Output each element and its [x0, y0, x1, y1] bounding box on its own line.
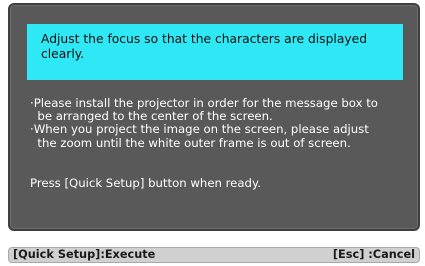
setup-message-dialog: Adjust the focus so that the characters …	[8, 3, 420, 231]
ready-prompt: Press [Quick Setup] button when ready.	[30, 176, 261, 190]
focus-message-line-2: clearly.	[41, 47, 85, 61]
bottom-command-bar: [Quick Setup]:Execute [Esc] :Cancel	[8, 247, 420, 263]
quick-setup-execute-button[interactable]: [Quick Setup]:Execute	[13, 248, 155, 262]
esc-cancel-button[interactable]: [Esc] :Cancel	[333, 248, 415, 262]
instruction-line: ·When you project the image on the scree…	[30, 122, 369, 137]
instruction-line: the zoom until the white outer frame is …	[30, 135, 351, 150]
focus-message-box: Adjust the focus so that the characters …	[27, 24, 403, 80]
instructions-text: ·Please install the projector in order f…	[30, 96, 420, 150]
focus-message-line-1: Adjust the focus so that the characters …	[41, 32, 367, 46]
projector-screen: Adjust the focus so that the characters …	[0, 0, 425, 266]
